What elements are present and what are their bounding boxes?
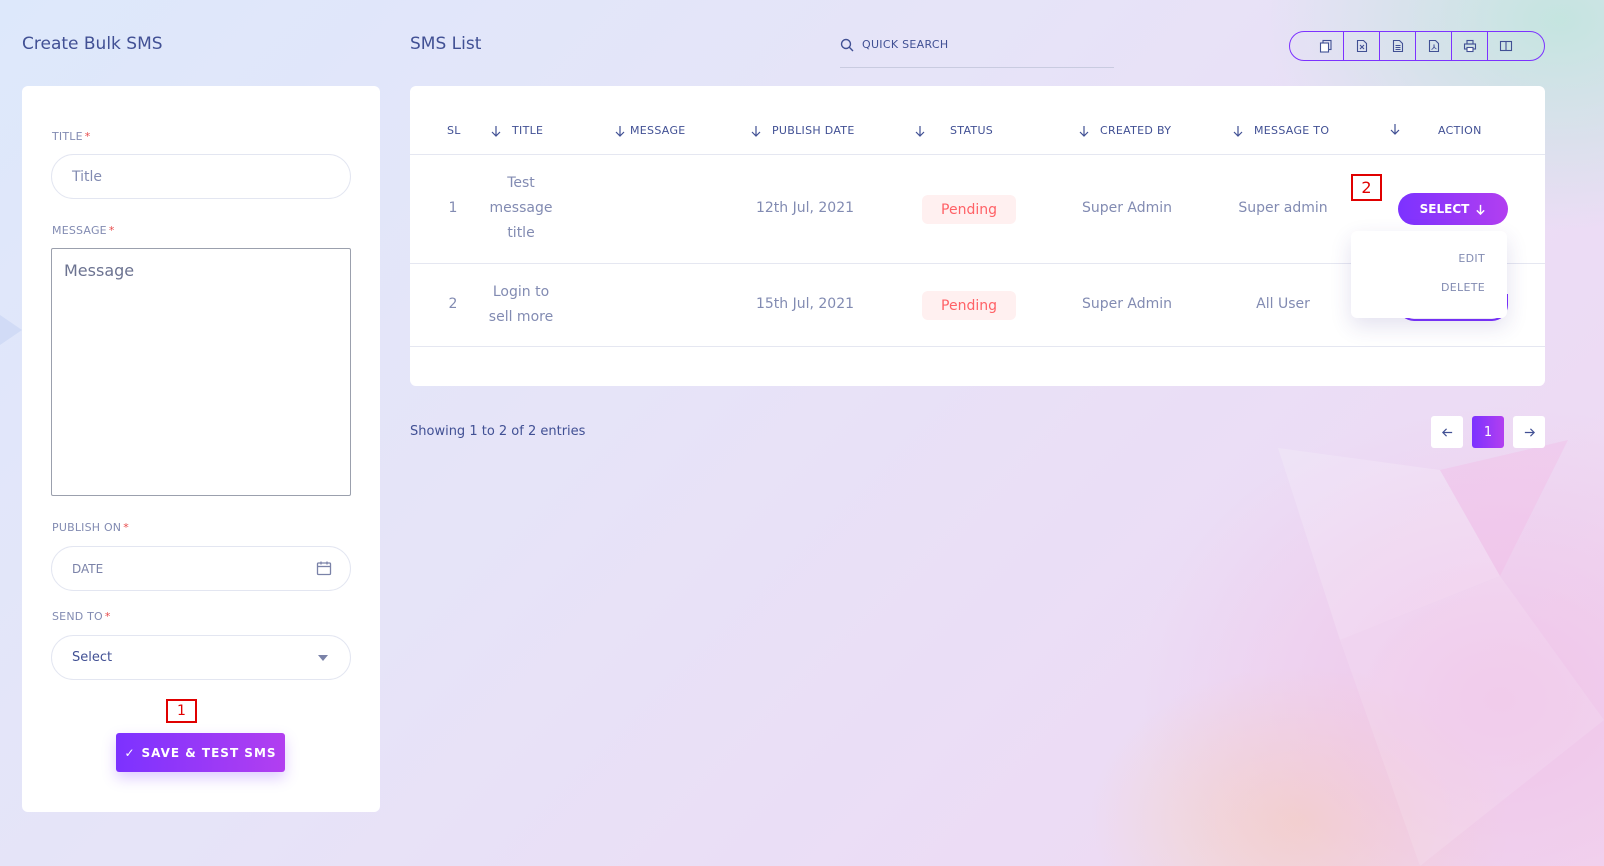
status-badge: Pending (922, 291, 1016, 320)
check-icon: ✓ (124, 745, 136, 760)
title-label: TITLE * (52, 130, 91, 143)
column-header-sl[interactable]: SL (447, 124, 461, 137)
pdf-icon (1428, 39, 1439, 53)
cell-created-by: Super Admin (1081, 296, 1173, 312)
pagination-next-button[interactable] (1513, 416, 1545, 448)
sort-arrow-icon (915, 125, 925, 137)
title-placeholder: Title (72, 168, 103, 185)
sms-list-heading: SMS List (410, 34, 482, 54)
cell-publish-date: 12th Jul, 2021 (755, 200, 855, 216)
arrow-right-icon (1524, 427, 1535, 437)
cell-message-to: Super admin (1238, 200, 1328, 216)
chevron-down-icon (318, 655, 328, 661)
copy-icon (1319, 39, 1332, 53)
excel-icon (1356, 39, 1367, 53)
cell-message-to: All User (1256, 296, 1310, 312)
print-button[interactable] (1452, 32, 1488, 60)
sort-arrow-icon[interactable] (1389, 123, 1401, 135)
entries-info: Showing 1 to 2 of 2 entries (410, 424, 586, 439)
export-button-group (1289, 31, 1545, 61)
save-button-label: SAVE & TEST SMS (141, 745, 277, 760)
quick-search-input[interactable]: QUICK SEARCH (840, 36, 1114, 68)
pagination-prev-button[interactable] (1431, 416, 1463, 448)
create-bulk-sms-heading: Create Bulk SMS (22, 34, 163, 54)
sort-arrow-icon (751, 125, 761, 137)
annotation-marker-2: 2 (1351, 174, 1382, 201)
header-divider (410, 154, 1545, 155)
menu-item-delete[interactable]: DELETE (1441, 281, 1485, 294)
cell-sl: 2 (448, 296, 458, 312)
send-to-select[interactable]: Select (51, 635, 351, 680)
date-placeholder: DATE (72, 561, 104, 576)
annotation-marker-1: 1 (166, 699, 197, 723)
print-icon (1463, 39, 1476, 53)
sort-arrow-icon (615, 125, 625, 137)
columns-icon (1499, 40, 1513, 52)
message-textarea[interactable]: Message (51, 248, 351, 496)
cell-title: Login to sell more (488, 284, 554, 325)
cell-sl: 1 (448, 200, 458, 216)
search-icon (840, 38, 854, 52)
cell-publish-date: 15th Jul, 2021 (755, 296, 855, 312)
save-test-sms-button[interactable]: ✓ SAVE & TEST SMS (116, 733, 285, 772)
row-divider (410, 346, 1545, 347)
cell-created-by: Super Admin (1081, 200, 1173, 216)
message-placeholder: Message (64, 261, 135, 280)
calendar-icon[interactable] (316, 560, 332, 576)
select-action-button[interactable]: SELECT (1398, 193, 1508, 225)
column-header-title[interactable]: TITLE (490, 124, 543, 137)
sort-arrow-icon (1233, 125, 1243, 137)
column-header-created-by[interactable]: CREATED BY (1078, 124, 1171, 137)
column-header-status[interactable]: STATUS (914, 124, 993, 137)
action-dropdown-menu: EDIT DELETE (1351, 231, 1507, 318)
create-sms-form: TITLE * Title MESSAGE * Message PUBLISH ON… (22, 86, 380, 812)
cell-title: Test message title (489, 175, 553, 241)
arrow-down-icon (1476, 204, 1486, 215)
arrow-left-icon (1441, 427, 1452, 437)
columns-button[interactable] (1488, 32, 1524, 60)
csv-icon (1392, 39, 1403, 53)
message-label: MESSAGE * (52, 224, 115, 237)
title-input[interactable]: Title (51, 154, 351, 199)
column-header-action: ACTION (1438, 124, 1482, 137)
send-to-value: Select (72, 650, 113, 665)
menu-item-edit[interactable]: EDIT (1458, 252, 1485, 265)
search-placeholder: QUICK SEARCH (862, 38, 949, 51)
copy-button[interactable] (1308, 32, 1344, 60)
send-to-label: SEND TO * (52, 610, 111, 623)
csv-button[interactable] (1380, 32, 1416, 60)
sort-arrow-icon (1079, 125, 1089, 137)
column-header-publish-date[interactable]: PUBLISH DATE (750, 124, 855, 137)
publish-on-label: PUBLISH ON * (52, 521, 129, 534)
publish-date-input[interactable]: DATE (51, 546, 351, 591)
pdf-button[interactable] (1416, 32, 1452, 60)
sort-arrow-icon (491, 125, 501, 137)
pagination-page-1[interactable]: 1 (1472, 416, 1504, 448)
status-badge: Pending (922, 195, 1016, 224)
select-button-label: SELECT (1419, 202, 1470, 216)
column-header-message-to[interactable]: MESSAGE TO (1232, 124, 1329, 137)
excel-button[interactable] (1344, 32, 1380, 60)
column-header-message[interactable]: MESSAGE (614, 124, 686, 137)
